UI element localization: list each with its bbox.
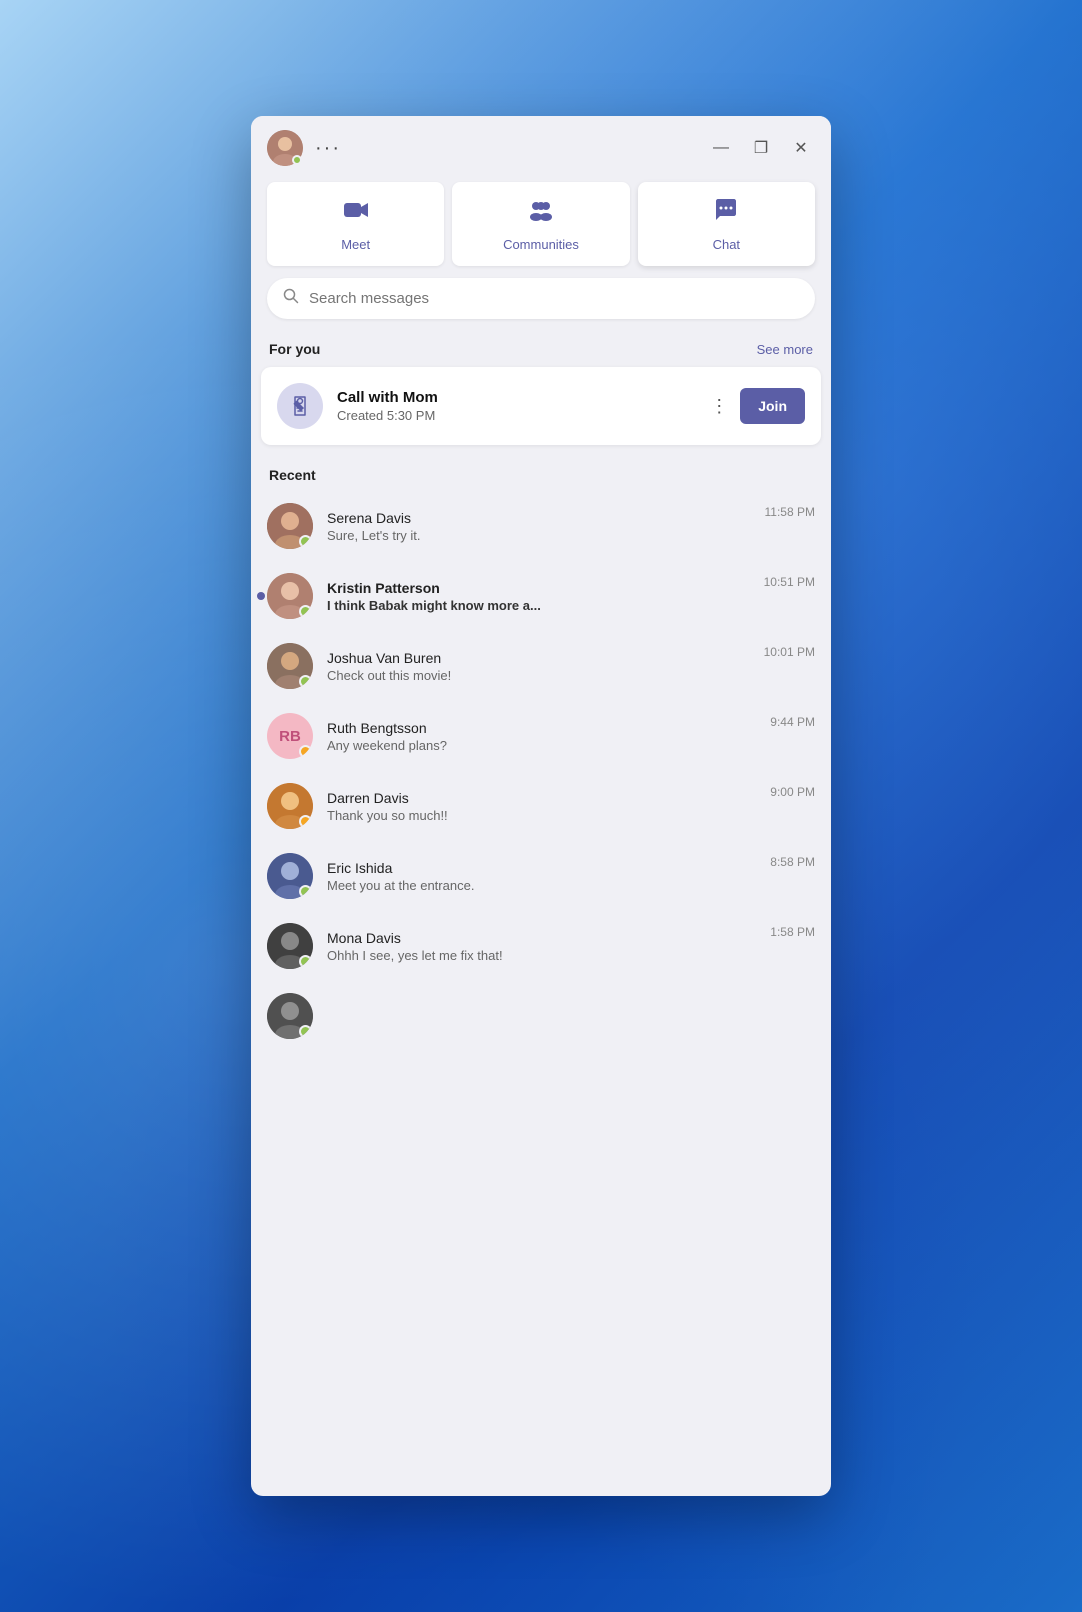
chat-info: Kristin Patterson I think Babak might kn… [327, 580, 750, 613]
chat-item[interactable]: Eric Ishida Meet you at the entrance. 8:… [251, 841, 831, 911]
chat-preview: Sure, Let's try it. [327, 528, 751, 543]
meet-label: Meet [341, 237, 370, 252]
app-window: ··· — ❐ ✕ Meet [251, 116, 831, 1496]
more-options-button[interactable]: ··· [315, 137, 341, 160]
meet-nav-button[interactable]: Meet [267, 182, 444, 266]
for-you-header: For you See more [251, 331, 831, 367]
chat-name: Serena Davis [327, 510, 751, 526]
chat-item[interactable]: RB Ruth Bengtsson Any weekend plans? 9:4… [251, 701, 831, 771]
nav-buttons: Meet Communities [251, 174, 831, 278]
call-info: Call with Mom Created 5:30 PM [337, 389, 696, 423]
chat-list: Serena Davis Sure, Let's try it. 11:58 P… [251, 491, 831, 1051]
chat-icon [712, 196, 740, 231]
chat-item[interactable]: Darren Davis Thank you so much!! 9:00 PM [251, 771, 831, 841]
chat-nav-button[interactable]: Chat [638, 182, 815, 266]
online-status-indicator [292, 155, 302, 165]
chat-preview: Check out this movie! [327, 668, 750, 683]
call-actions: ⋮ Join [710, 388, 805, 424]
avatar [267, 853, 313, 899]
recent-title: Recent [269, 467, 316, 483]
chat-name: Mona Davis [327, 930, 756, 946]
search-input[interactable] [309, 290, 799, 307]
chat-item[interactable]: Joshua Van Buren Check out this movie! 1… [251, 631, 831, 701]
chat-name: Darren Davis [327, 790, 756, 806]
status-indicator [299, 1025, 312, 1038]
chat-time: 9:00 PM [770, 785, 815, 799]
avatar [267, 573, 313, 619]
maximize-button[interactable]: ❐ [747, 134, 775, 162]
chat-preview: Ohhh I see, yes let me fix that! [327, 948, 756, 963]
title-bar: ··· — ❐ ✕ [251, 116, 831, 174]
chat-time: 1:58 PM [770, 925, 815, 939]
chat-time: 8:58 PM [770, 855, 815, 869]
unread-dot [257, 592, 265, 600]
communities-nav-button[interactable]: Communities [452, 182, 629, 266]
call-time: Created 5:30 PM [337, 408, 696, 423]
chat-label: Chat [713, 237, 740, 252]
chat-info: Eric Ishida Meet you at the entrance. [327, 860, 756, 893]
chat-preview: Meet you at the entrance. [327, 878, 756, 893]
minimize-button[interactable]: — [707, 134, 735, 162]
close-button[interactable]: ✕ [787, 134, 815, 162]
status-indicator [299, 675, 312, 688]
status-indicator [299, 885, 312, 898]
chat-time: 9:44 PM [770, 715, 815, 729]
status-indicator [299, 605, 312, 618]
chat-name: Kristin Patterson [327, 580, 750, 596]
chat-info: Ruth Bengtsson Any weekend plans? [327, 720, 756, 753]
join-call-button[interactable]: Join [740, 388, 805, 424]
chat-time: 11:58 PM [765, 505, 815, 519]
recent-header: Recent [251, 459, 831, 491]
chat-info: Serena Davis Sure, Let's try it. [327, 510, 751, 543]
status-indicator [299, 955, 312, 968]
chat-item[interactable] [251, 981, 831, 1051]
search-bar [267, 278, 815, 319]
meet-icon [342, 196, 370, 231]
title-bar-left: ··· [267, 130, 341, 166]
chat-item[interactable]: Mona Davis Ohhh I see, yes let me fix th… [251, 911, 831, 981]
chat-item[interactable]: Kristin Patterson I think Babak might kn… [251, 561, 831, 631]
avatar [267, 503, 313, 549]
status-indicator [299, 815, 312, 828]
chat-preview: Any weekend plans? [327, 738, 756, 753]
chat-info: Joshua Van Buren Check out this movie! [327, 650, 750, 683]
chat-info: Mona Davis Ohhh I see, yes let me fix th… [327, 930, 756, 963]
communities-label: Communities [503, 237, 579, 252]
status-indicator [299, 745, 312, 758]
search-icon [283, 288, 299, 309]
chat-name: Joshua Van Buren [327, 650, 750, 666]
avatar: RB [267, 713, 313, 759]
chat-time: 10:01 PM [764, 645, 815, 659]
user-avatar-container [267, 130, 303, 166]
chat-item[interactable]: Serena Davis Sure, Let's try it. 11:58 P… [251, 491, 831, 561]
chat-preview: I think Babak might know more a... [327, 598, 750, 613]
status-indicator [299, 535, 312, 548]
avatar [267, 993, 313, 1039]
chat-time: 10:51 PM [764, 575, 815, 589]
call-card[interactable]: Call with Mom Created 5:30 PM ⋮ Join [261, 367, 821, 445]
call-title: Call with Mom [337, 389, 696, 406]
see-more-button[interactable]: See more [757, 342, 813, 357]
call-card-icon [277, 383, 323, 429]
avatar [267, 643, 313, 689]
chat-name: Eric Ishida [327, 860, 756, 876]
chat-name: Ruth Bengtsson [327, 720, 756, 736]
avatar [267, 923, 313, 969]
avatar [267, 783, 313, 829]
communities-icon [527, 196, 555, 231]
chat-preview: Thank you so much!! [327, 808, 756, 823]
call-more-options[interactable]: ⋮ [710, 396, 728, 417]
for-you-title: For you [269, 341, 320, 357]
chat-info: Darren Davis Thank you so much!! [327, 790, 756, 823]
window-controls: — ❐ ✕ [707, 134, 815, 162]
